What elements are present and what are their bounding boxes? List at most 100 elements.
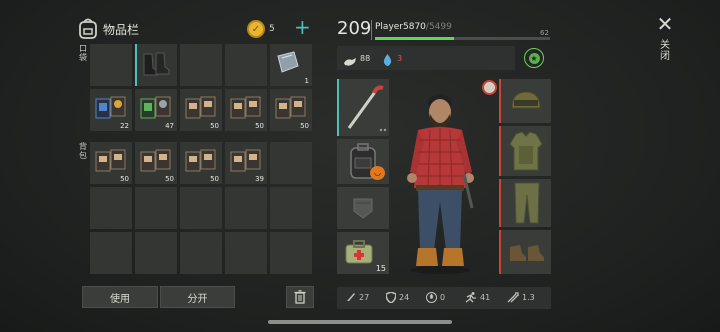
backpack-slot[interactable] xyxy=(270,232,312,274)
running-icon xyxy=(465,292,476,303)
card-pack-icon xyxy=(94,148,128,178)
player-name-row: Player5870/5499 xyxy=(375,22,452,32)
blue-card-pack-icon xyxy=(94,95,128,125)
card-pack-icon xyxy=(274,95,308,125)
home-indicator xyxy=(268,320,452,324)
perk-button[interactable]: ★ xyxy=(524,48,544,68)
pocket-slot[interactable]: 22 xyxy=(90,89,132,131)
pocket-slot[interactable] xyxy=(135,44,177,86)
legs-slot[interactable] xyxy=(499,179,551,227)
coin-icon: ✓ xyxy=(247,20,265,38)
xp-remaining: 62 xyxy=(540,29,549,37)
item-count: 50 xyxy=(210,122,219,130)
green-card-pack-icon xyxy=(139,95,173,125)
item-count: 22 xyxy=(120,122,129,130)
backpack-slot[interactable]: 50 xyxy=(180,142,222,184)
card-pack-icon xyxy=(139,148,173,178)
head-slot[interactable] xyxy=(499,79,551,123)
backpack-slot[interactable] xyxy=(135,232,177,274)
card-pack-icon xyxy=(184,95,218,125)
backpack-slot[interactable] xyxy=(90,187,132,229)
attack-speed-stat: 1.3 xyxy=(507,292,535,303)
medkit-count: 15 xyxy=(375,264,386,273)
water-value: 3 xyxy=(397,54,403,63)
card-pack-icon xyxy=(229,95,263,125)
pocket-slot[interactable]: 50 xyxy=(270,89,312,131)
backpack-slot[interactable]: 39 xyxy=(225,142,267,184)
backpack-slot[interactable]: ◡ xyxy=(337,139,389,184)
defense-value: 24 xyxy=(399,293,410,302)
backpack-slot[interactable] xyxy=(225,232,267,274)
character-model xyxy=(400,90,480,275)
backpack-slot[interactable] xyxy=(270,142,312,184)
backpack-slot[interactable] xyxy=(270,187,312,229)
slash-speed-icon xyxy=(507,292,519,303)
pocket-slot[interactable]: 50 xyxy=(180,89,222,131)
helmet-icon xyxy=(511,91,541,109)
food-value: 88 xyxy=(360,54,371,63)
backpack-slot[interactable] xyxy=(90,232,132,274)
backpack-slot[interactable] xyxy=(180,232,222,274)
radiation-icon xyxy=(426,292,437,303)
pocket-icon xyxy=(353,198,373,219)
backpack-slot[interactable] xyxy=(225,187,267,229)
item-count: 50 xyxy=(120,175,129,183)
item-count: 1 xyxy=(304,77,309,85)
xp-total: /5499 xyxy=(425,22,452,32)
body-slot[interactable] xyxy=(499,126,551,176)
pocket-slot[interactable]: 1 xyxy=(270,44,312,86)
item-count: 50 xyxy=(210,175,219,183)
card-pack-icon xyxy=(184,148,218,178)
pocket-slot[interactable] xyxy=(90,44,132,86)
item-count: 47 xyxy=(165,122,174,130)
close-icon: ✕ xyxy=(656,12,674,36)
pumpkin-icon: ◡ xyxy=(370,166,385,180)
xp-bar-fill xyxy=(375,37,454,40)
backpack-slot[interactable] xyxy=(180,187,222,229)
weapon-slot[interactable] xyxy=(337,79,389,136)
xp-bar xyxy=(375,37,550,40)
split-button[interactable]: 分开 xyxy=(160,286,235,308)
pocket-slot[interactable]: 47 xyxy=(135,89,177,131)
knife-icon xyxy=(347,293,355,301)
medkit-icon xyxy=(345,240,373,264)
close-button[interactable]: ✕ 关闭 xyxy=(654,14,676,70)
pants-icon xyxy=(514,182,540,224)
backpack-slot[interactable]: 50 xyxy=(90,142,132,184)
feet-slot[interactable] xyxy=(499,230,551,274)
item-count: 50 xyxy=(255,122,264,130)
attack-stat: 27 xyxy=(346,292,369,302)
pocket-slot[interactable] xyxy=(337,187,389,229)
trash-button[interactable] xyxy=(286,286,314,308)
attack-speed-value: 1.3 xyxy=(522,293,535,302)
player-name: Player5870 xyxy=(375,22,426,32)
item-badge-icon[interactable] xyxy=(482,80,497,95)
radiation-stat: 0 xyxy=(426,292,445,303)
backpack-slot[interactable] xyxy=(135,187,177,229)
pocket-slot[interactable] xyxy=(225,44,267,86)
medkit-slot[interactable]: 15 xyxy=(337,232,389,274)
item-count: 39 xyxy=(255,175,264,183)
water-icon xyxy=(383,51,392,70)
item-count: 50 xyxy=(165,175,174,183)
metal-plate-icon xyxy=(274,50,300,78)
add-coins-button[interactable]: + xyxy=(294,17,311,37)
pocket-slot[interactable] xyxy=(180,44,222,86)
backpack-slot[interactable]: 50 xyxy=(135,142,177,184)
card-pack-icon xyxy=(229,148,263,178)
backpack-icon xyxy=(78,17,98,39)
use-button[interactable]: 使用 xyxy=(82,286,158,308)
trash-icon xyxy=(294,290,306,304)
radiation-value: 0 xyxy=(440,293,446,302)
level-divider xyxy=(371,20,372,40)
attack-value: 27 xyxy=(359,292,370,302)
pocket-slot[interactable]: 50 xyxy=(225,89,267,131)
crowbar-icon xyxy=(347,85,387,132)
shoes-icon xyxy=(510,245,544,261)
star-icon: ★ xyxy=(528,52,540,64)
close-label: 关闭 xyxy=(660,40,670,62)
item-count: 50 xyxy=(300,122,309,130)
speed-stat: 41 xyxy=(465,292,490,303)
boots-icon xyxy=(141,50,171,82)
speed-value: 41 xyxy=(480,293,491,302)
